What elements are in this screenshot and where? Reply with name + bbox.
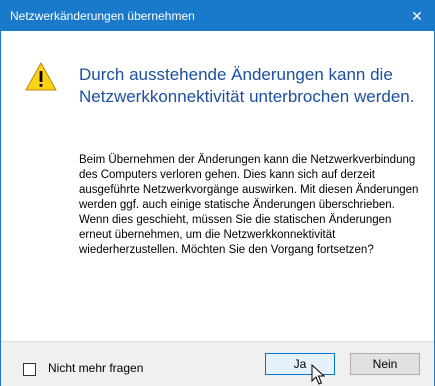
window-title: Netzwerkänderungen übernehmen <box>10 9 195 23</box>
dialog-footer: Nicht mehr fragen Ja Nein <box>1 341 434 386</box>
dont-ask-again-checkbox[interactable] <box>23 363 36 376</box>
message-body: Beim Übernehmen der Änderungen kann die … <box>79 154 419 256</box>
close-button[interactable]: ✕ <box>400 1 434 31</box>
dialog-window: Netzwerkänderungen übernehmen ✕ Durch au… <box>0 0 435 386</box>
no-button[interactable]: Nein <box>350 353 420 375</box>
message-heading: Durch ausstehende Änderungen kann die Ne… <box>79 65 415 106</box>
dont-ask-again-label[interactable]: Nicht mehr fragen <box>48 361 143 375</box>
mouse-cursor-icon <box>311 364 325 385</box>
close-icon: ✕ <box>411 7 423 24</box>
warning-icon <box>25 62 57 91</box>
title-bar[interactable]: Netzwerkänderungen übernehmen ✕ <box>1 1 434 31</box>
dialog-content: Durch ausstehende Änderungen kann die Ne… <box>1 31 434 341</box>
